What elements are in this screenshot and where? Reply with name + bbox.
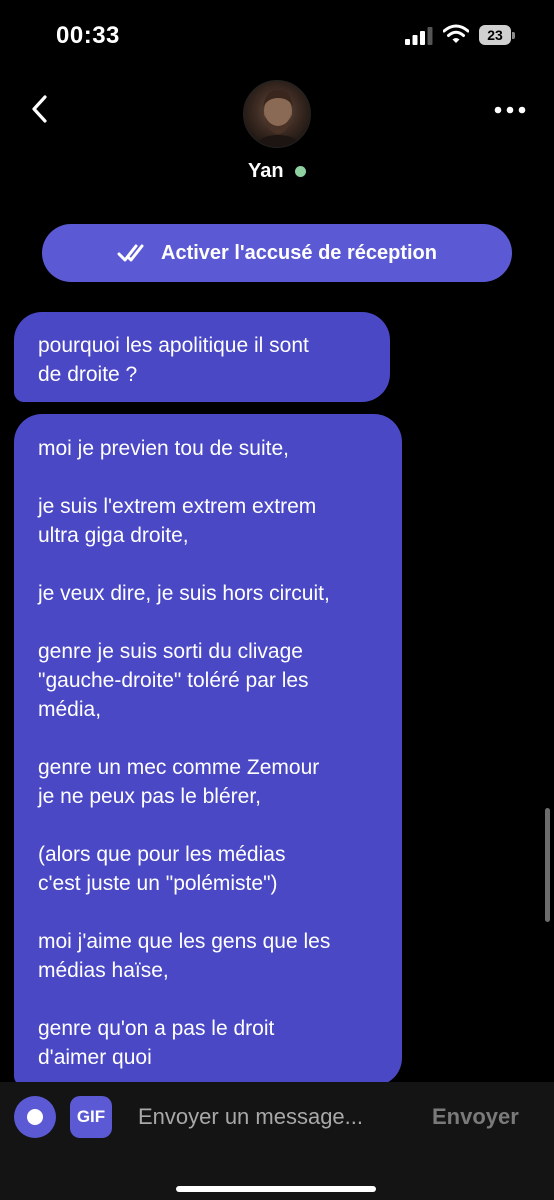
signal-icon <box>405 27 433 45</box>
back-button[interactable] <box>26 92 56 126</box>
home-indicator[interactable] <box>176 1186 376 1192</box>
message-input[interactable] <box>128 1094 398 1140</box>
contact-name: Yan <box>248 160 284 182</box>
record-icon <box>27 1109 43 1125</box>
read-receipt-button[interactable]: Activer l'accusé de réception <box>42 224 512 282</box>
message-text: moi je previen tou de suite, <box>38 437 289 460</box>
more-dots-icon <box>494 106 526 114</box>
more-options-button[interactable] <box>492 100 528 120</box>
message-bubble[interactable]: pourquoi les apolitique il sont de droit… <box>14 312 390 402</box>
status-bar: 00:33 23 <box>0 0 554 72</box>
message-text: genre qu'on a pas le droit d'aimer quoi <box>38 1017 275 1069</box>
record-button[interactable] <box>14 1096 56 1138</box>
message-text: je veux dire, je suis hors circuit, <box>38 582 330 605</box>
message-text: pourquoi les apolitique il sont de droit… <box>38 334 309 386</box>
read-receipt-label: Activer l'accusé de réception <box>161 241 437 264</box>
status-time: 00:33 <box>56 22 120 49</box>
online-status-dot <box>295 166 306 177</box>
message-composer: GIF Envoyer <box>0 1082 554 1200</box>
double-check-icon <box>117 244 144 262</box>
message-text: genre je suis sorti du clivage "gauche-d… <box>38 640 309 721</box>
message-bubble[interactable]: moi je previen tou de suite, je suis l'e… <box>14 414 402 1086</box>
message-text: je suis l'extrem extrem extrem ultra gig… <box>38 495 317 547</box>
avatar-photo <box>254 89 302 147</box>
battery-level: 23 <box>479 25 511 45</box>
send-button[interactable]: Envoyer <box>432 1104 519 1130</box>
message-text: genre un mec comme Zemour je ne peux pas… <box>38 756 320 808</box>
battery-icon: 23 <box>479 25 515 45</box>
scroll-indicator[interactable] <box>545 808 550 922</box>
chevron-left-icon <box>32 95 47 123</box>
gif-button[interactable]: GIF <box>70 1096 112 1138</box>
avatar[interactable] <box>243 80 311 148</box>
battery-tip <box>512 32 515 39</box>
message-text: moi j'aime que les gens que les médias h… <box>38 930 331 982</box>
wifi-icon <box>443 24 469 43</box>
message-text: (alors que pour les médias c'est juste u… <box>38 843 286 895</box>
